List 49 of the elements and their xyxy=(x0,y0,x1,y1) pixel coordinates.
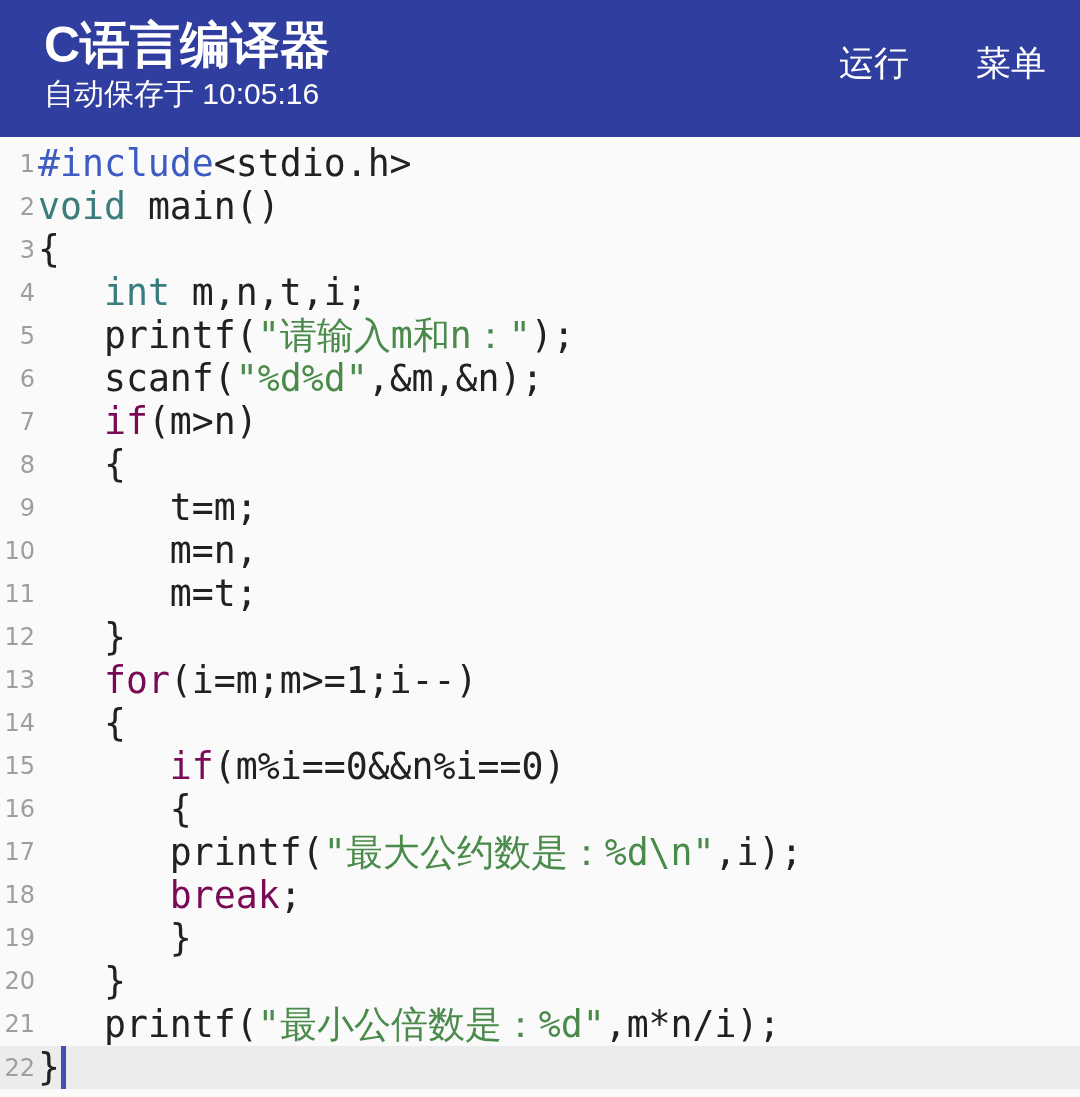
code-line: if(m>n) xyxy=(103,400,258,444)
code-line: } xyxy=(38,1046,60,1089)
line-number: 10 xyxy=(3,535,36,566)
code-line: { xyxy=(169,787,192,831)
line-number: 1 xyxy=(18,148,36,179)
line-number: 20 xyxy=(3,966,36,997)
code-line: printf("请输入m和n："); xyxy=(103,314,575,358)
line-number: 5 xyxy=(18,320,36,351)
line-number: 2 xyxy=(18,191,36,222)
code-line: } xyxy=(103,615,126,659)
code-line: printf("最大公约数是：%d\n",i); xyxy=(169,830,803,874)
line-number: 12 xyxy=(3,622,36,653)
line-number: 8 xyxy=(18,449,36,480)
line-number: 6 xyxy=(18,363,36,394)
code-line: { xyxy=(38,228,60,272)
line-number: 19 xyxy=(3,923,36,954)
code-line: t=m; xyxy=(169,486,258,530)
code-line: } xyxy=(169,916,192,960)
code-line: void main() xyxy=(38,185,280,229)
line-number: 17 xyxy=(3,837,36,868)
toolbar-action-button[interactable]: 菜单 xyxy=(976,42,1046,84)
code-line: m=n, xyxy=(169,529,258,573)
line-number: 14 xyxy=(3,708,36,739)
line-number: 22 xyxy=(3,1052,36,1083)
line-number: 9 xyxy=(18,492,36,523)
code-line: int m,n,t,i; xyxy=(103,271,368,315)
line-number: 4 xyxy=(18,277,36,308)
line-number: 18 xyxy=(3,880,36,911)
line-number: 11 xyxy=(3,579,36,609)
autosave-status: 自动保存于 10:05:16 xyxy=(44,76,321,112)
code-line: m=t; xyxy=(169,572,258,616)
code-line: } xyxy=(103,959,126,1003)
line-number: 7 xyxy=(18,406,36,437)
code-line: break; xyxy=(169,873,302,917)
code-line: #include<stdio.h> xyxy=(38,142,412,185)
line-number: 16 xyxy=(3,794,36,825)
code-line: printf("最小公倍数是：%d",m*n/i); xyxy=(103,1002,781,1046)
code-line: scanf("%d%d",&m,&n); xyxy=(103,357,544,401)
line-number: 3 xyxy=(18,234,36,265)
app-title: C语言编译器 xyxy=(44,16,331,75)
line-number: 15 xyxy=(3,751,36,782)
line-number: 21 xyxy=(3,1009,36,1040)
line-number: 13 xyxy=(3,665,36,696)
text-cursor xyxy=(61,1046,66,1089)
toolbar-action-button[interactable]: 运行 xyxy=(839,42,909,84)
code-line: for(i=m;m>=1;i--) xyxy=(103,658,478,702)
code-line: { xyxy=(103,701,126,745)
code-line: if(m%i==0&&n%i==0) xyxy=(169,744,566,788)
code-line: { xyxy=(103,443,126,487)
